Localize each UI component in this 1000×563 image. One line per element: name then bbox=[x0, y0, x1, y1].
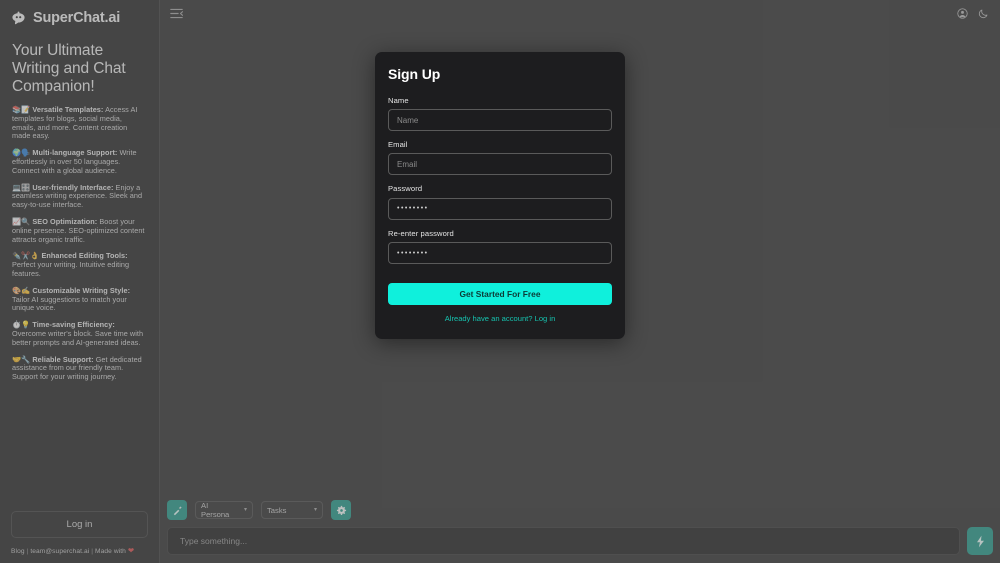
password-input[interactable] bbox=[388, 198, 612, 220]
name-input[interactable] bbox=[388, 109, 612, 131]
name-field-group: Name bbox=[388, 96, 612, 131]
confirm-password-field-label: Re-enter password bbox=[388, 229, 612, 238]
login-link[interactable]: Already have an account? Log in bbox=[388, 314, 612, 323]
password-field-label: Password bbox=[388, 184, 612, 193]
email-field-label: Email bbox=[388, 140, 612, 149]
modal-title: Sign Up bbox=[388, 66, 612, 82]
name-field-label: Name bbox=[388, 96, 612, 105]
signup-modal: Sign Up Name Email Password Re-enter pas… bbox=[375, 52, 625, 339]
email-field-group: Email bbox=[388, 140, 612, 175]
get-started-button[interactable]: Get Started For Free bbox=[388, 283, 612, 305]
password-field-group: Password bbox=[388, 184, 612, 220]
email-input[interactable] bbox=[388, 153, 612, 175]
confirm-password-field-group: Re-enter password bbox=[388, 229, 612, 265]
confirm-password-input[interactable] bbox=[388, 242, 612, 264]
